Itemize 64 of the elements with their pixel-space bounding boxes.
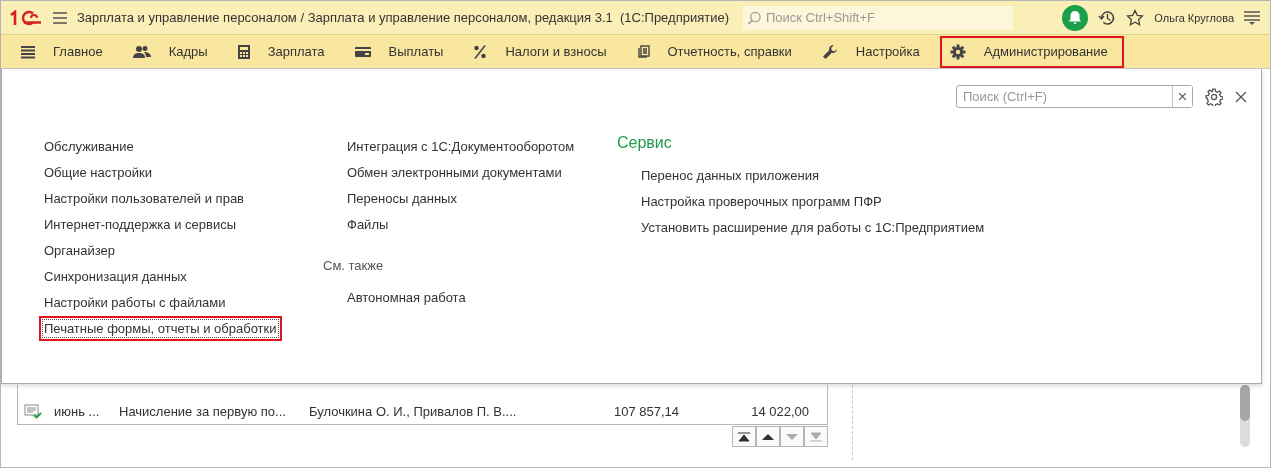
table-cell-text: Начисление за первую по...: [119, 403, 287, 419]
menu-link[interactable]: Настройки пользователей и прав: [39, 186, 250, 211]
documents-icon: [636, 44, 650, 59]
menu-link[interactable]: Печатные формы, отчеты и обработки: [39, 316, 282, 341]
percent-icon: [473, 44, 488, 59]
menu-icon[interactable]: [1244, 10, 1260, 25]
menu-link[interactable]: Автономная работа: [342, 285, 471, 310]
section-tab[interactable]: Зарплата: [227, 35, 341, 68]
down-icon: [786, 433, 798, 440]
scrollbar[interactable]: [1240, 385, 1250, 447]
menu-link[interactable]: Переносы данных: [342, 186, 462, 211]
section-tab[interactable]: Кадры: [122, 35, 224, 68]
clear-button[interactable]: [1171, 86, 1192, 107]
search-field[interactable]: Поиск Ctrl+Shift+F: [743, 5, 1013, 30]
menu-link[interactable]: Настройки работы с файлами: [39, 290, 231, 315]
menu-link[interactable]: Органайзер: [39, 238, 120, 263]
section-tab[interactable]: Администрирование: [939, 35, 1124, 68]
panel-search-field[interactable]: Поиск (Ctrl+F): [956, 85, 1193, 108]
notification-button[interactable]: [1062, 4, 1089, 31]
section-tab[interactable]: Налоги и взносы: [463, 35, 623, 68]
logo-icon: [9, 9, 43, 26]
section-tab[interactable]: Настройка: [811, 35, 936, 68]
first-button[interactable]: [732, 426, 756, 447]
up-button[interactable]: [756, 426, 780, 447]
card-icon: [354, 45, 371, 58]
menu-icon: [21, 44, 35, 59]
gear-icon: [949, 43, 966, 60]
group-heading: Сервис: [617, 134, 673, 153]
search-icon: [747, 9, 762, 26]
people-icon: [132, 44, 151, 59]
settings-icon[interactable]: [1205, 87, 1223, 106]
menu-link[interactable]: Общие настройки: [39, 160, 157, 185]
calculator-icon: [237, 44, 250, 59]
menu-link[interactable]: Интеграция с 1С:Документооборотом: [342, 134, 580, 159]
first-icon: [738, 431, 750, 442]
table-cell-text: 14 022,00: [750, 403, 809, 419]
star-icon[interactable]: [1126, 8, 1145, 27]
menu-link[interactable]: Синхронизация данных: [39, 264, 192, 289]
section-tab[interactable]: Главное: [11, 35, 119, 68]
menu-link[interactable]: Перенос данных приложения: [636, 163, 824, 188]
group-heading: См. также: [323, 257, 385, 275]
menu-link[interactable]: Установить расширение для работы с 1С:Предприятием: [636, 215, 990, 240]
menu-link[interactable]: Интернет-поддержка и сервисы: [39, 212, 242, 237]
search-input[interactable]: Поиск Ctrl+Shift+F: [763, 9, 1009, 26]
table-cell-text: 107 857,14: [612, 403, 679, 419]
bell-icon: [1068, 10, 1083, 25]
menu-link[interactable]: Обмен электронными документами: [342, 160, 567, 185]
table-cell-text: июнь ...: [54, 403, 101, 419]
up-icon: [762, 433, 774, 440]
last-icon: [810, 431, 822, 442]
menu-link[interactable]: Файлы: [342, 212, 394, 237]
menu-link[interactable]: Настройка проверочных программ ПФР: [636, 189, 887, 214]
user-name[interactable]: Ольга Круглова: [1154, 11, 1234, 24]
section-tab[interactable]: Отчетность, справки: [626, 35, 808, 68]
close-icon: [1178, 93, 1186, 100]
menu-link[interactable]: Обслуживание: [39, 134, 139, 159]
menu-icon[interactable]: [53, 11, 67, 24]
section-tab[interactable]: Выплаты: [344, 35, 460, 68]
table-cell-text: Булочкина О. И., Привалов П. В....: [309, 403, 518, 419]
history-icon[interactable]: [1098, 8, 1117, 27]
search-input[interactable]: Поиск (Ctrl+F): [961, 88, 1172, 105]
wrench-icon: [821, 43, 838, 60]
window-title: Зарплата и управление персоналом / Зарплата и управление персоналом, редакция 3.1 (1С:Предприятие): [77, 10, 729, 25]
close-icon[interactable]: [1235, 90, 1247, 103]
